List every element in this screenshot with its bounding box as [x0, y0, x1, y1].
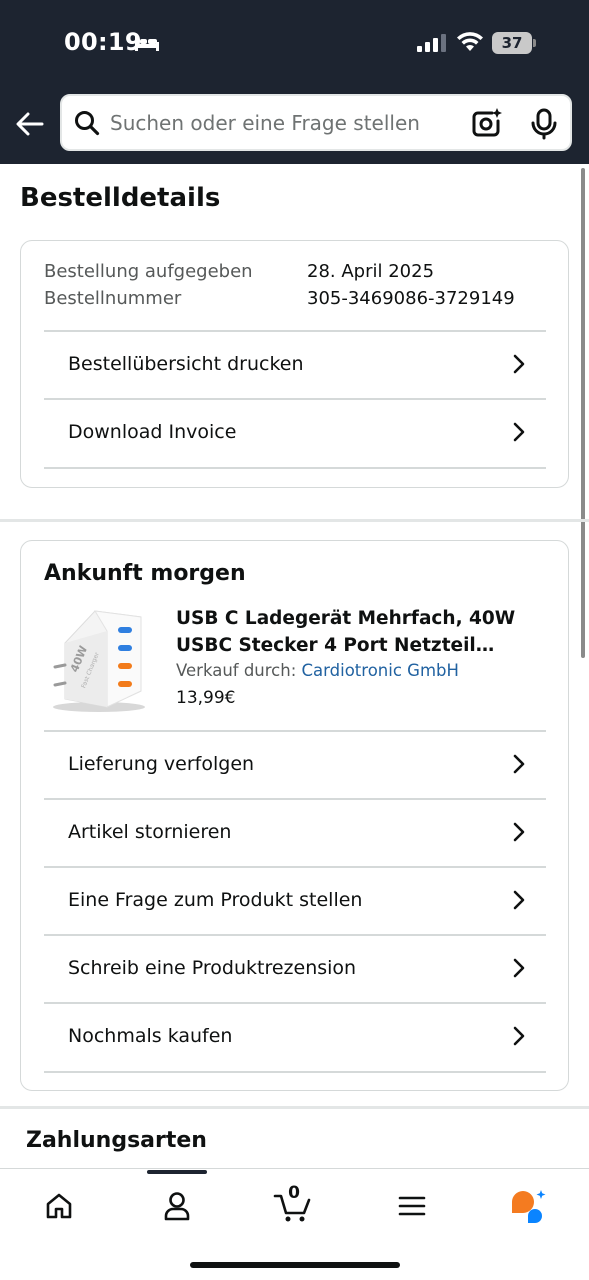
row-label: Eine Frage zum Produkt stellen [68, 889, 363, 911]
row-label: Artikel stornieren [68, 821, 232, 843]
payments-heading: Zahlungsarten [26, 1128, 207, 1153]
chevron-right-icon [513, 1026, 525, 1046]
order-number-value: 305-3469086-3729149 [307, 288, 515, 309]
battery-indicator: 37 [492, 32, 532, 54]
home-indicator [190, 1262, 400, 1268]
nav-home[interactable] [29, 1183, 89, 1229]
chevron-right-icon [513, 822, 525, 842]
account-icon [164, 1192, 190, 1221]
page-title: Bestelldetails [20, 183, 221, 213]
buy-again-row[interactable]: Nochmals kaufen [44, 1002, 546, 1070]
status-time: 00:19 [64, 28, 142, 56]
section-separator [0, 519, 589, 522]
print-order-summary-row[interactable]: Bestellübersicht drucken [44, 330, 546, 398]
nav-cart[interactable]: 0 [263, 1183, 323, 1229]
delivery-heading: Ankunft morgen [44, 561, 246, 586]
product-image[interactable]: 40W Fast Charger [43, 603, 149, 715]
sleep-focus-icon [135, 35, 159, 51]
row-divider [44, 934, 546, 936]
chevron-right-icon [513, 890, 525, 910]
chevron-right-icon [513, 354, 525, 374]
order-placed-value: 28. April 2025 [307, 261, 435, 282]
row-label: Bestellübersicht drucken [68, 353, 304, 375]
row-label: Schreib eine Produktrezension [68, 957, 357, 979]
home-icon [46, 1193, 72, 1219]
nav-menu[interactable] [382, 1183, 442, 1229]
battery-tip [533, 39, 536, 47]
ask-product-question-row[interactable]: Eine Frage zum Produkt stellen [44, 866, 546, 934]
cart-count: 0 [288, 1183, 300, 1203]
chevron-right-icon [513, 754, 525, 774]
row-divider [44, 730, 546, 732]
download-invoice-row[interactable]: Download Invoice [44, 398, 546, 466]
order-placed-label: Bestellung aufgegeben [44, 261, 253, 282]
rufus-assistant-icon [512, 1190, 546, 1223]
order-info-card: Bestellung aufgegeben 28. April 2025 Bes… [20, 240, 569, 488]
row-divider [44, 467, 546, 469]
chevron-right-icon [513, 422, 525, 442]
nav-rufus[interactable] [498, 1183, 558, 1229]
chevron-right-icon [513, 958, 525, 978]
search-bar[interactable] [60, 94, 572, 151]
scrollbar[interactable] [581, 168, 585, 658]
row-label: Download Invoice [68, 421, 237, 443]
cellular-signal-icon [417, 34, 446, 52]
microphone-icon[interactable] [530, 108, 558, 140]
cancel-item-row[interactable]: Artikel stornieren [44, 798, 546, 866]
header-bar: 00:19 37 [0, 0, 589, 164]
menu-icon [398, 1196, 426, 1216]
row-divider [44, 1002, 546, 1004]
track-package-row[interactable]: Lieferung verfolgen [44, 730, 546, 798]
section-separator [0, 1106, 589, 1109]
camera-search-icon[interactable] [470, 107, 502, 139]
row-divider [44, 866, 546, 868]
row-divider [44, 798, 546, 800]
seller-link[interactable]: Cardiotronic GmbH [302, 661, 459, 680]
back-button[interactable] [14, 108, 46, 140]
row-label: Nochmals kaufen [68, 1025, 233, 1047]
nav-account[interactable] [147, 1183, 207, 1229]
wifi-icon [457, 32, 483, 51]
seller-line: Verkauf durch: Cardiotronic GmbH [176, 661, 459, 680]
write-review-row[interactable]: Schreib eine Produktrezension [44, 934, 546, 1002]
row-label: Lieferung verfolgen [68, 753, 255, 775]
shipment-card: Ankunft morgen 40W Fast Charger USB C La… [20, 540, 569, 1091]
product-title[interactable]: USB C Ladegerät Mehrfach, 40W USBC Steck… [176, 605, 546, 659]
row-divider [44, 398, 546, 400]
nav-active-indicator [147, 1170, 207, 1174]
row-divider [44, 1071, 546, 1073]
product-price: 13,99€ [176, 688, 236, 708]
search-input[interactable] [110, 105, 460, 141]
order-number-label: Bestellnummer [44, 288, 182, 309]
seller-prefix: Verkauf durch: [176, 661, 297, 680]
row-divider [44, 330, 546, 332]
search-icon [75, 111, 100, 136]
